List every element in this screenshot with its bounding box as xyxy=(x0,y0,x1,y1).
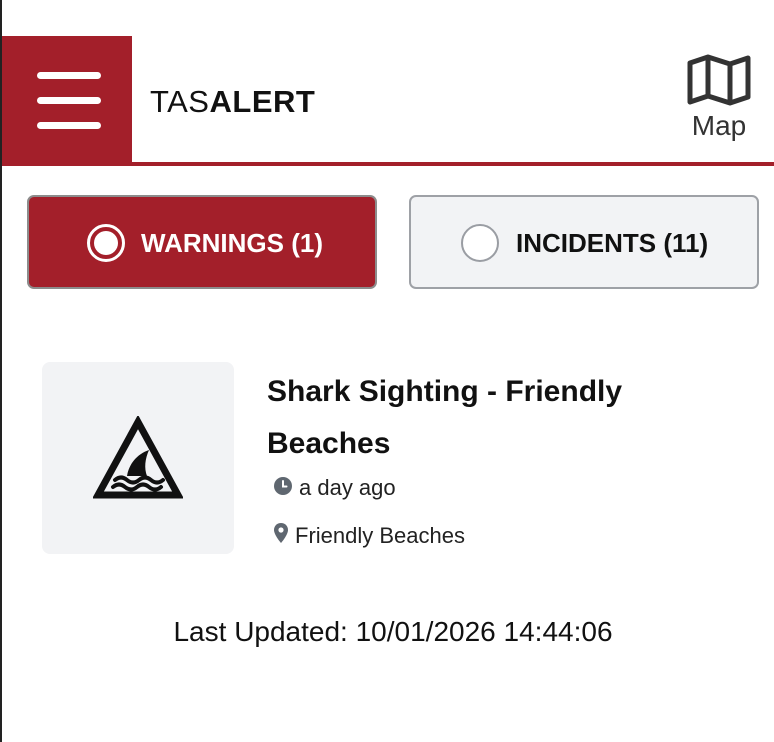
incidents-filter-button[interactable]: INCIDENTS (11) xyxy=(409,195,759,289)
brand-light-text: TAS xyxy=(150,84,210,119)
alert-time-text: a day ago xyxy=(299,475,396,500)
warnings-filter-button[interactable]: WARNINGS (1) xyxy=(27,195,377,289)
alert-location-text: Friendly Beaches xyxy=(295,523,465,548)
map-label: Map xyxy=(691,110,747,141)
brand-bold-text: ALERT xyxy=(209,84,316,119)
warnings-filter-label: WARNINGS (1) xyxy=(141,228,323,258)
last-updated-text: Last Updated: 10/01/2026 14:44:06 xyxy=(173,616,613,647)
map-icon xyxy=(678,54,760,106)
radio-unselected-icon xyxy=(461,224,499,262)
menu-line-icon xyxy=(37,122,101,129)
app-screen: TASALERT Map WARNINGS (1) INCIDENTS (11) xyxy=(0,0,774,742)
menu-line-icon xyxy=(37,97,101,104)
app-header: TASALERT Map xyxy=(2,36,774,166)
clock-icon xyxy=(274,475,292,501)
app-logo: TASALERT xyxy=(150,84,315,120)
alert-location: Friendly Beaches xyxy=(274,523,465,549)
alert-title: Shark Sighting - Friendly Beaches xyxy=(267,375,623,460)
radio-selected-icon xyxy=(87,224,125,262)
map-button[interactable]: Map xyxy=(678,54,760,154)
alert-list-item[interactable]: Shark Sighting - Friendly Beaches a day … xyxy=(42,362,742,562)
hamburger-menu-button[interactable] xyxy=(2,36,132,166)
alert-thumbnail xyxy=(42,362,234,554)
location-pin-icon xyxy=(274,523,288,549)
alert-time: a day ago xyxy=(274,475,396,501)
incidents-filter-label: INCIDENTS (11) xyxy=(516,228,709,258)
menu-line-icon xyxy=(37,72,101,79)
